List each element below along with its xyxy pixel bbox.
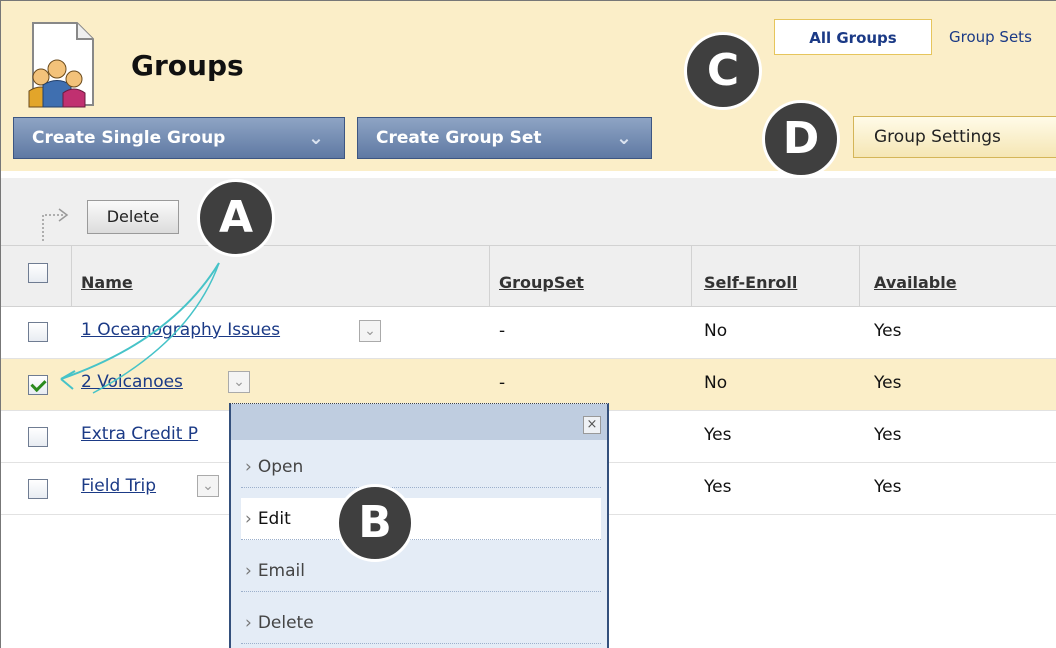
context-menu-header (231, 404, 607, 440)
groupset-value: - (499, 321, 506, 341)
column-divider (71, 246, 72, 306)
group-name-link[interactable]: Extra Credit P (81, 424, 198, 444)
column-divider (859, 246, 860, 306)
self-enroll-value: No (704, 373, 728, 393)
self-enroll-value: Yes (704, 425, 732, 445)
column-divider (489, 246, 490, 306)
menu-item-label: Email (257, 561, 305, 581)
caret-right-icon: › (245, 509, 252, 529)
menu-item-label: Open (257, 457, 304, 477)
callout-c: C (684, 32, 762, 110)
chevron-down-icon[interactable]: ⌄ (359, 320, 381, 342)
available-value: Yes (874, 477, 902, 497)
available-value: Yes (874, 373, 902, 393)
create-single-group-button[interactable]: Create Single Group ⌄ (13, 117, 345, 159)
menu-item-label: Delete (257, 613, 314, 633)
caret-right-icon: › (245, 561, 252, 581)
available-value: Yes (874, 321, 902, 341)
column-header-name[interactable]: Name (81, 273, 133, 292)
available-value: Yes (874, 425, 902, 445)
double-chevron-down-icon: ⌄ (308, 127, 324, 149)
menu-item-email[interactable]: › Email (241, 550, 601, 592)
group-people-icon (28, 22, 94, 108)
row-checkbox[interactable] (28, 427, 48, 447)
menu-item-open[interactable]: › Open (241, 446, 601, 488)
tab-all-groups[interactable]: All Groups (774, 19, 932, 55)
close-icon[interactable]: × (583, 416, 601, 434)
callout-a: A (197, 179, 275, 257)
arrow-right-icon (42, 208, 69, 241)
group-name-link[interactable]: Field Trip (81, 476, 156, 496)
table-header: Name GroupSet Self-Enroll Available (1, 245, 1056, 307)
page-header: Groups All Groups Group Sets Create Sing… (1, 1, 1056, 171)
create-single-group-label: Create Single Group (32, 128, 226, 148)
chevron-down-icon[interactable]: ⌄ (197, 475, 219, 497)
menu-item-edit[interactable]: › Edit (241, 498, 601, 540)
group-settings-button[interactable]: Group Settings (853, 116, 1056, 158)
caret-right-icon: › (245, 457, 252, 477)
tab-group-sets[interactable]: Group Sets (949, 19, 1032, 55)
column-header-groupset[interactable]: GroupSet (499, 273, 584, 292)
caret-right-icon: › (245, 613, 252, 633)
context-menu: × › Open › Edit › Email › Delete (229, 403, 609, 648)
create-group-set-button[interactable]: Create Group Set ⌄ (357, 117, 652, 159)
callout-b: B (336, 484, 414, 562)
table-row: 1 Oceanography Issues ⌄ - No Yes (1, 307, 1056, 359)
menu-item-delete[interactable]: › Delete (241, 602, 601, 644)
select-all-checkbox[interactable] (28, 263, 48, 283)
self-enroll-value: No (704, 321, 728, 341)
group-name-link[interactable]: 1 Oceanography Issues (81, 320, 280, 340)
chevron-down-icon[interactable]: ⌄ (228, 371, 250, 393)
column-divider (691, 246, 692, 306)
row-checkbox[interactable] (28, 322, 48, 342)
row-checkbox[interactable] (28, 479, 48, 499)
create-group-set-label: Create Group Set (376, 128, 542, 148)
menu-item-label: Edit (257, 509, 291, 529)
callout-d: D (762, 100, 840, 178)
group-name-link[interactable]: 2 Volcanoes (81, 372, 183, 392)
double-chevron-down-icon: ⌄ (616, 127, 632, 149)
row-checkbox[interactable] (28, 375, 48, 395)
column-header-self-enroll[interactable]: Self-Enroll (704, 273, 797, 292)
self-enroll-value: Yes (704, 477, 732, 497)
column-header-available[interactable]: Available (874, 273, 957, 292)
groupset-value: - (499, 373, 506, 393)
delete-button[interactable]: Delete (87, 200, 179, 234)
groups-page: Groups All Groups Group Sets Create Sing… (0, 0, 1056, 648)
page-title: Groups (131, 49, 244, 82)
